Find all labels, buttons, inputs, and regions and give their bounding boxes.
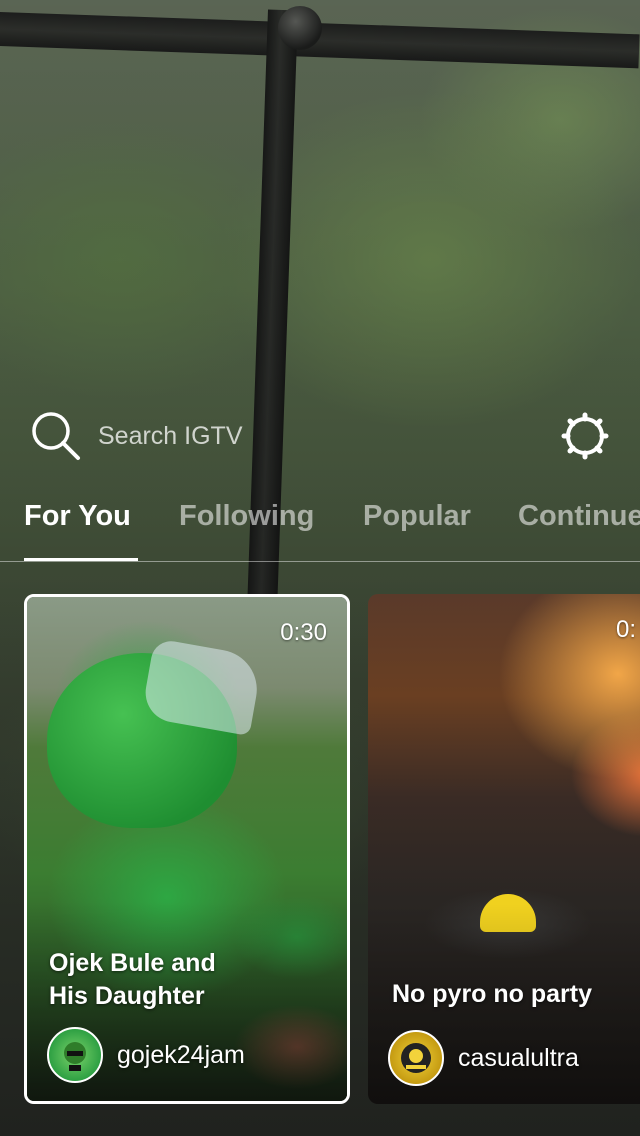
video-duration: 0: [616, 616, 637, 643]
search-bar[interactable]: Search IGTV [30, 408, 610, 464]
video-title: Ojek Bule and His Daughter [49, 947, 309, 1013]
gear-icon[interactable] [560, 411, 610, 461]
search-input[interactable]: Search IGTV [98, 422, 560, 451]
video-card[interactable]: 0: No pyro no party casualultra [368, 594, 640, 1104]
channel-name[interactable]: casualultra [458, 1044, 579, 1073]
search-icon[interactable] [30, 410, 82, 462]
avatar[interactable] [47, 1027, 103, 1083]
tab-popular[interactable]: Popular [363, 500, 471, 533]
avatar[interactable] [388, 1030, 444, 1086]
tab-for-you[interactable]: For You [24, 500, 131, 533]
video-card[interactable]: 0:30 Ojek Bule and His Daughter gojek24j… [24, 594, 350, 1104]
video-title-line: His Daughter [49, 982, 205, 1010]
channel-info[interactable]: casualultra [388, 1030, 579, 1086]
video-title-line: Ojek Bule and [49, 949, 216, 977]
video-title: No pyro no party [392, 978, 640, 1011]
video-duration: 0:30 [280, 619, 327, 646]
channel-name[interactable]: gojek24jam [117, 1041, 245, 1070]
video-title-line: No pyro no party [392, 980, 593, 1008]
tab-following[interactable]: Following [179, 500, 314, 533]
tab-continue[interactable]: Continue [518, 500, 640, 533]
category-tabs: For You Following Popular Continue [0, 486, 640, 562]
channel-info[interactable]: gojek24jam [47, 1027, 245, 1083]
igtv-screen: Search IGTV For You Following Popular Co… [0, 0, 640, 1136]
active-tab-indicator [24, 558, 138, 561]
